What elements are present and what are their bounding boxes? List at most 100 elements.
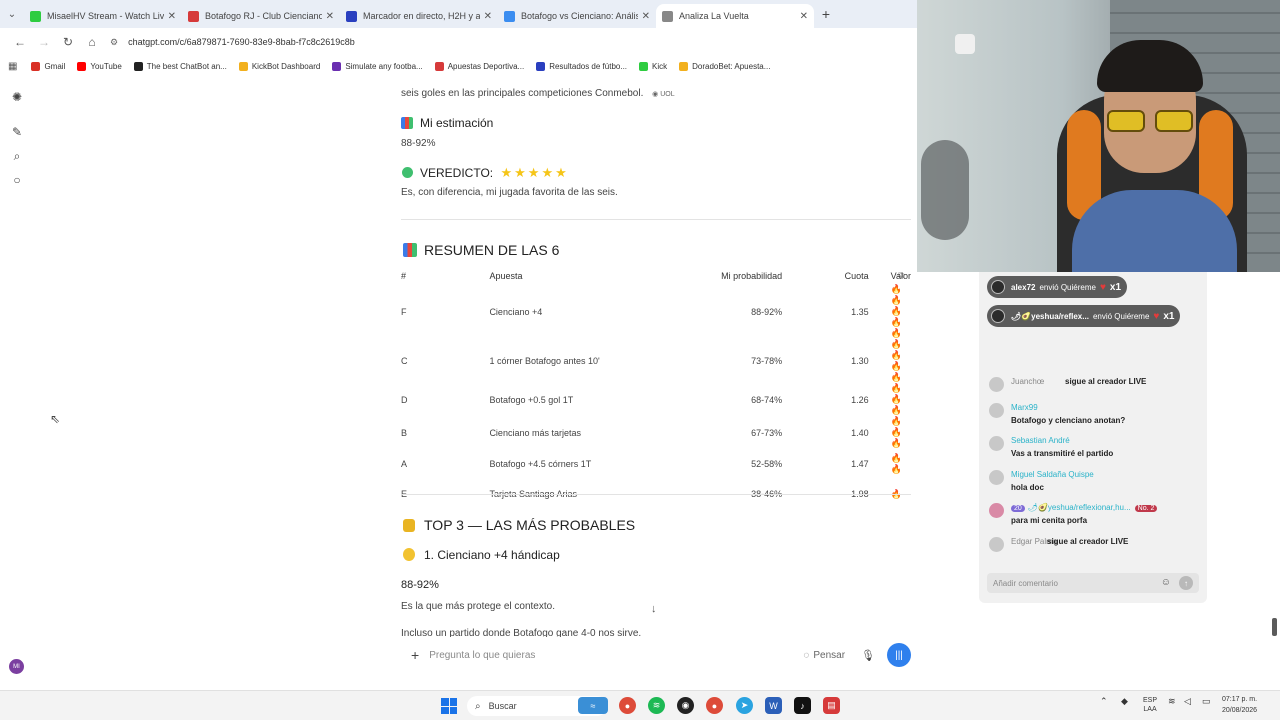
windows-start-icon[interactable] xyxy=(441,698,457,714)
back-icon[interactable]: ← xyxy=(8,30,32,54)
close-icon[interactable]: ✕ xyxy=(484,11,492,22)
chat-user: Sebastian André xyxy=(1011,436,1070,445)
gift-action: envió Quiéreme xyxy=(1039,282,1096,292)
col-header-id: # xyxy=(401,271,407,281)
home-icon[interactable]: ⌂ xyxy=(80,30,104,54)
tiktok-icon[interactable]: ♪ xyxy=(794,697,811,714)
obs-icon[interactable]: ◉ xyxy=(677,697,694,714)
star-icon: ★ xyxy=(555,165,567,180)
telegram-icon[interactable]: ➤ xyxy=(736,697,753,714)
apps-grid-icon[interactable]: ▦ xyxy=(8,61,17,72)
chat-user: Miguel Saldaña Quispe xyxy=(1011,470,1094,479)
cell-prob: 88-92% xyxy=(751,306,783,317)
fire-icon: 🔥 xyxy=(890,394,902,404)
bookmark-item[interactable]: Apuestas Deportiva... xyxy=(434,61,524,71)
browser-tab[interactable]: Botafogo RJ - Club Cienciano F ✕ xyxy=(182,4,340,28)
table-row: D Botafogo +0.5 gol 1T 68-74% 1.26 🔥🔥🔥 xyxy=(401,383,911,416)
chat-text: para mi cenita porfa xyxy=(1011,516,1088,525)
tray-chevron-icon[interactable]: ⌃ xyxy=(1100,696,1108,707)
cell-bet: 1 córner Botafogo antes 10' xyxy=(489,356,600,366)
bookmark-item[interactable]: KickBot Dashboard xyxy=(238,61,321,71)
bookmark-favicon-icon xyxy=(332,61,342,71)
bookmark-favicon-icon xyxy=(77,61,87,71)
bookmark-item[interactable]: Kick xyxy=(639,61,667,71)
avatar xyxy=(989,436,1004,451)
attach-plus-icon[interactable]: + xyxy=(411,647,419,663)
prompt-input[interactable]: Pregunta lo que quieras xyxy=(429,650,803,661)
cell-value: 🔥🔥🔥🔥 xyxy=(869,339,911,383)
bookmark-favicon-icon xyxy=(238,61,248,71)
browser-tab[interactable]: Botafogo vs Cienciano: Análisis ✕ xyxy=(498,4,656,28)
emoji-icon[interactable]: ☺ xyxy=(1161,577,1171,588)
table-row: A Botafogo +4.5 córners 1T 52-58% 1.47 🔥🔥 xyxy=(401,449,911,479)
browser-tab[interactable]: Marcador en directo, H2H y ali ✕ xyxy=(340,4,498,28)
page-scrollbar[interactable] xyxy=(1272,618,1277,636)
chat-text: sigue al creador LIVE xyxy=(1047,537,1129,546)
comment-input[interactable]: Añadir comentario ☺ ↑ xyxy=(987,573,1199,593)
close-icon[interactable]: ✕ xyxy=(326,11,334,22)
bookmarks-bar: ▦ Gmail YouTube The best ChatBot an... Kick… xyxy=(0,56,917,76)
microphone-icon[interactable]: 🎙 xyxy=(861,649,875,662)
tab-title: Botafogo vs Cienciano: Análisis xyxy=(521,11,638,21)
bookmark-item[interactable]: Gmail xyxy=(31,61,65,71)
bookmark-item[interactable]: Resultados de fútbo... xyxy=(536,61,627,71)
fire-icon: 🔥 xyxy=(890,453,902,463)
scroll-down-icon[interactable]: ↓ xyxy=(651,603,657,615)
think-label: Pensar xyxy=(813,649,846,661)
col-header-prob: Mi probabilidad xyxy=(721,271,783,281)
tray-app-icon[interactable]: ◆ xyxy=(1121,696,1128,707)
news-widget-icon[interactable]: ≈ xyxy=(578,697,608,714)
bookmark-favicon-icon xyxy=(434,61,444,71)
forward-icon[interactable]: → xyxy=(32,30,56,54)
heart-gift-icon: ♥ xyxy=(1099,281,1106,293)
composer: + Pregunta lo que quieras ◌ Pensar 🎙 ||| xyxy=(401,640,911,670)
wall-plug xyxy=(955,34,975,54)
spotify-icon[interactable]: ≋ xyxy=(648,697,665,714)
cell-id: B xyxy=(401,427,408,438)
close-icon[interactable]: ✕ xyxy=(642,11,650,22)
bookmark-label: Simulate any footba... xyxy=(345,61,423,71)
bet-app-icon[interactable]: ▤ xyxy=(823,697,840,714)
language-indicator[interactable]: ESP LAA xyxy=(1143,696,1157,714)
avatar xyxy=(989,377,1004,392)
wifi-icon[interactable]: ≋ xyxy=(1168,696,1176,707)
table-row: C1 córner Botafogo antes 10' 73-78% 1.30 🔥🔥… xyxy=(401,339,911,383)
voice-mode-button[interactable]: ||| xyxy=(887,643,911,667)
volume-icon[interactable]: ◁ xyxy=(1184,696,1191,707)
url-field[interactable]: ⚙ chatgpt.com/c/6a879871-7690-83e9-8bab-… xyxy=(110,37,355,48)
bookmark-item[interactable]: Simulate any footba... xyxy=(332,61,423,71)
cell-bet: Cienciano más tarjetas xyxy=(489,427,581,438)
summary-table-header: # Apuesta Mi probabilidad Cuota Valor xyxy=(401,268,911,284)
think-button[interactable]: ◌ Pensar xyxy=(803,650,845,661)
chrome-profile-icon[interactable]: ● xyxy=(706,697,723,714)
browser-tab[interactable]: Analiza La Vuelta ✕ xyxy=(656,4,814,28)
chrome-icon[interactable]: ● xyxy=(619,697,636,714)
top1-heading-text: 1. Cienciano +4 hándicap xyxy=(424,548,560,562)
bookmark-label: KickBot Dashboard xyxy=(251,61,321,71)
cell-prob: 67-73% xyxy=(751,427,783,438)
url-text: chatgpt.com/c/6a879871-7690-83e9-8bab-f7… xyxy=(128,37,355,47)
chat-text: Vas a transmitiré el partido xyxy=(1011,449,1114,458)
tab-search-icon[interactable]: ⌄ xyxy=(0,0,24,28)
bookmark-item[interactable]: YouTube xyxy=(77,61,122,71)
fire-icon: 🔥 xyxy=(890,416,902,426)
browser-tab[interactable]: MisaelHV Stream - Watch Live o ✕ xyxy=(24,4,182,28)
source-chip[interactable]: ◉ UOL xyxy=(652,91,674,98)
new-tab-button[interactable]: + xyxy=(814,0,838,28)
estimate-value: 88-92% xyxy=(401,138,436,149)
clock[interactable]: 07:17 p. m. 20/08/2026 xyxy=(1222,694,1257,716)
battery-icon[interactable]: ▭ xyxy=(1202,696,1211,707)
fire-icon: 🔥 xyxy=(890,427,902,437)
bookmark-item[interactable]: DoradoBet: Apuesta... xyxy=(679,61,770,71)
site-info-icon[interactable]: ⚙ xyxy=(110,37,118,48)
close-icon[interactable]: ✕ xyxy=(168,11,176,22)
fire-icon: 🔥 xyxy=(890,317,902,327)
reload-icon[interactable]: ↻ xyxy=(56,30,80,54)
tab-favicon-icon xyxy=(662,10,673,22)
word-icon[interactable]: W xyxy=(765,697,782,714)
taskbar: ⌕ Buscar ≈ ● ≋ ◉ ● ➤ W ♪ ▤ ⌃ ◆ ESP LAA ≋ ◁… xyxy=(0,690,1280,720)
fire-icon: 🔥 xyxy=(890,383,902,393)
send-arrow-icon[interactable]: ↑ xyxy=(1179,576,1193,590)
bookmark-item[interactable]: The best ChatBot an... xyxy=(133,61,227,71)
close-icon[interactable]: ✕ xyxy=(800,11,808,22)
